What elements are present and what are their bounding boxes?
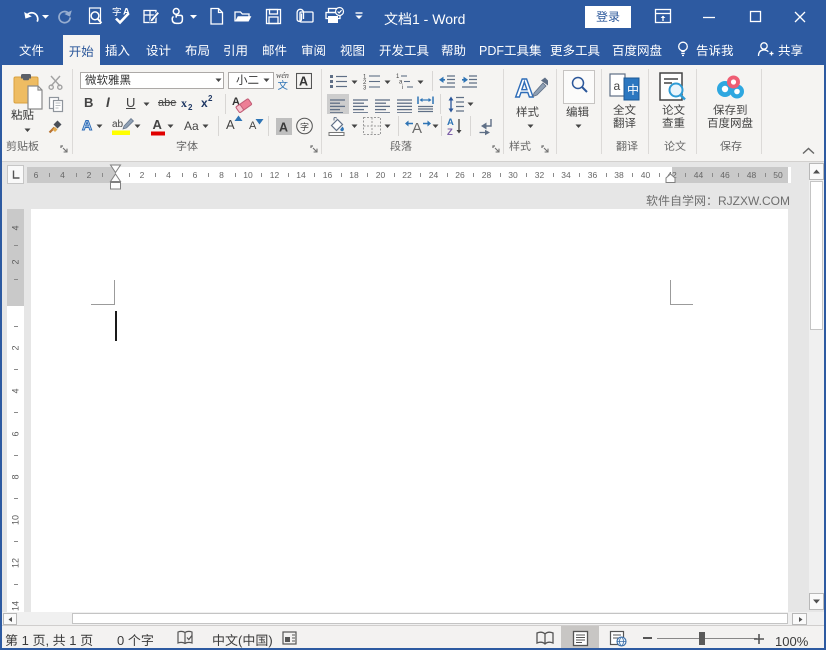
svg-text:a: a (614, 79, 621, 93)
svg-text:ab: ab (112, 119, 124, 130)
svg-text:A: A (279, 121, 288, 135)
svg-text:字: 字 (112, 6, 122, 18)
svg-text:文: 文 (278, 78, 289, 90)
svg-text:中: 中 (627, 81, 639, 98)
svg-text:A: A (153, 117, 163, 132)
svg-text:A: A (299, 75, 308, 89)
svg-text:A: A (412, 120, 422, 136)
svg-text:i: i (402, 85, 403, 90)
svg-text:3: 3 (363, 86, 367, 91)
svg-text:A: A (515, 73, 534, 103)
svg-text:Z: Z (447, 127, 453, 136)
svg-text:字: 字 (300, 120, 309, 133)
